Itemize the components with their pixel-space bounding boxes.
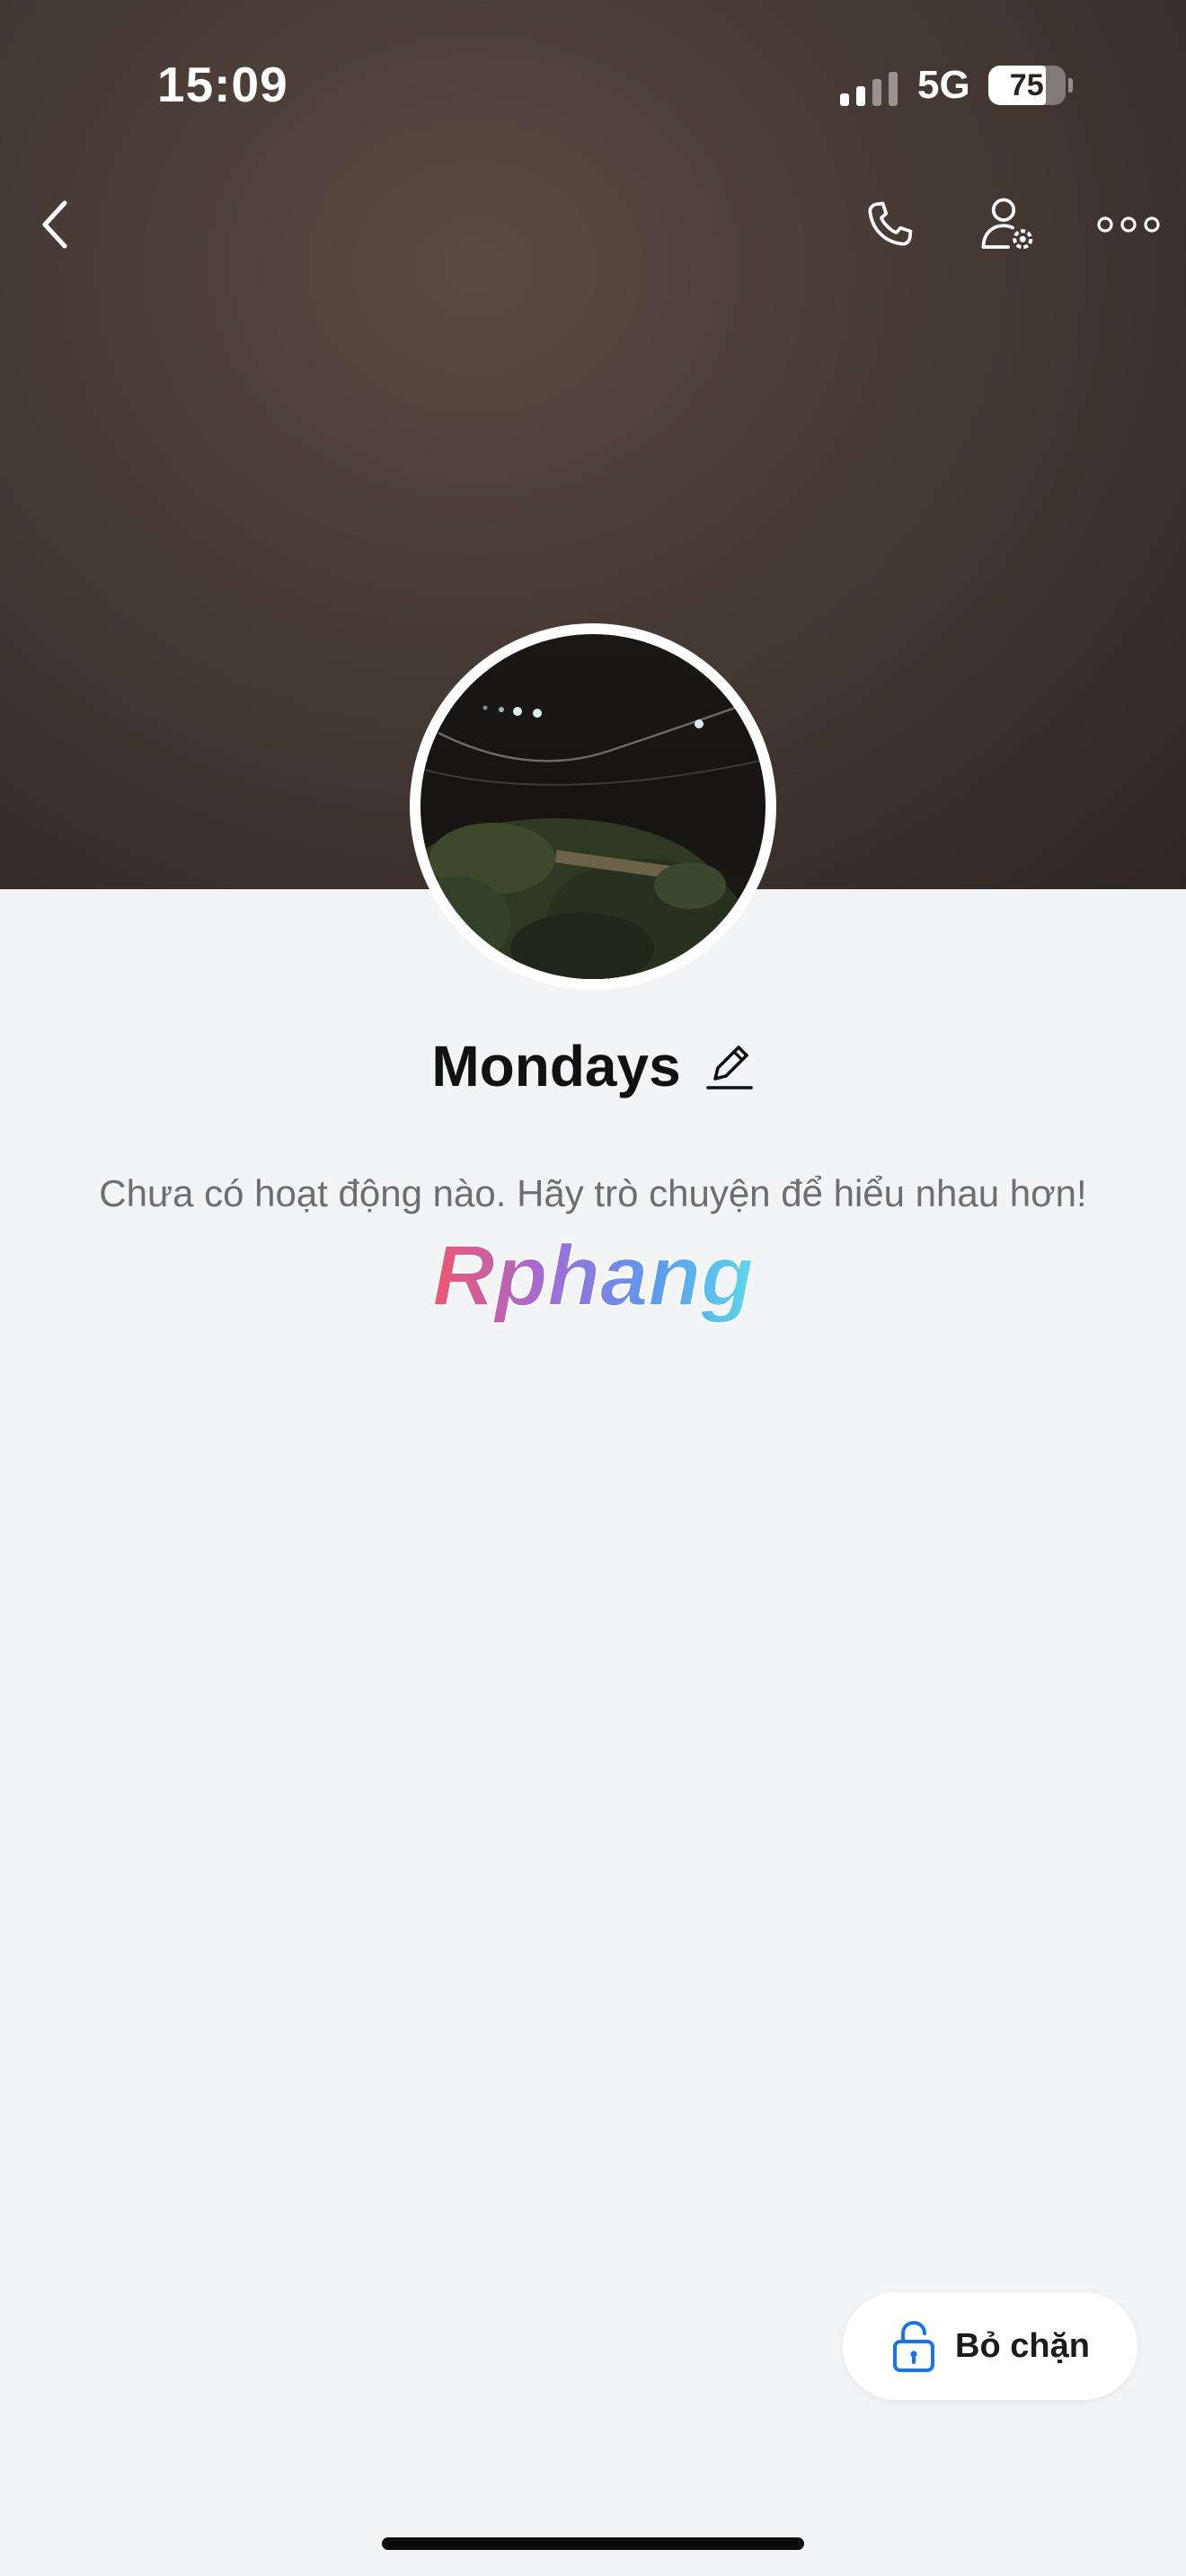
avatar[interactable]	[410, 623, 776, 990]
profile-name: Mondays	[431, 1034, 681, 1098]
battery-percent: 75	[1009, 68, 1044, 102]
watermark-text: Rphang	[432, 1235, 753, 1324]
user-settings-icon	[981, 198, 1033, 250]
battery-icon: 75	[987, 66, 1066, 105]
status-time: 15:09	[157, 57, 288, 112]
home-indicator[interactable]	[382, 2537, 804, 2550]
pencil-icon	[705, 1045, 753, 1090]
network-type: 5G	[917, 63, 970, 107]
watermark-logo: Rphang	[413, 1227, 773, 1334]
empty-activity-message: Chưa có hoạt động nào. Hãy trò chuyện để…	[99, 1172, 1087, 1214]
unblock-button[interactable]: Bỏ chặn	[843, 2292, 1137, 2400]
signal-strength-icon	[840, 65, 898, 106]
more-horizontal-icon	[1097, 216, 1160, 233]
avatar-photo	[420, 634, 766, 979]
chevron-left-icon	[42, 200, 67, 249]
contact-settings-button[interactable]	[972, 189, 1044, 260]
status-indicators: 5G 75	[840, 63, 1073, 108]
profile-name-row: Mondays	[0, 1033, 1186, 1099]
battery-cap	[1067, 78, 1073, 93]
unlock-icon	[893, 2320, 935, 2372]
more-options-button[interactable]	[1093, 189, 1164, 260]
edit-name-button[interactable]	[704, 1039, 755, 1093]
phone-icon	[868, 201, 913, 246]
unblock-label: Bỏ chặn	[955, 2326, 1090, 2365]
call-button[interactable]	[854, 189, 925, 260]
back-button[interactable]	[20, 189, 92, 260]
